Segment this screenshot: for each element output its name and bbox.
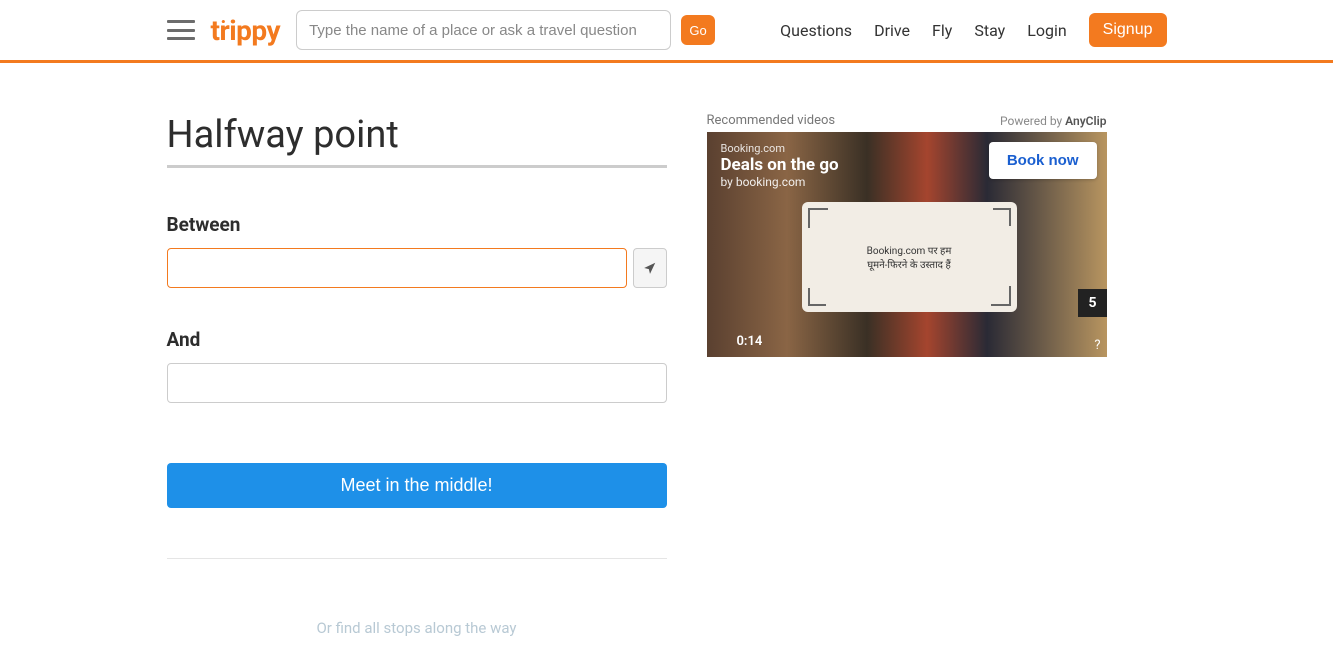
and-input-row	[167, 363, 667, 403]
and-input[interactable]	[167, 363, 667, 403]
powered-brand[interactable]: AnyClip	[1065, 114, 1106, 128]
video-brand: Booking.com	[721, 142, 839, 155]
signup-button[interactable]: Signup	[1089, 13, 1167, 47]
locate-button[interactable]	[633, 248, 667, 288]
video-header: Recommended videos Powered by AnyClip	[707, 113, 1107, 128]
book-now-button[interactable]: Book now	[989, 142, 1097, 179]
video-subtitle: by booking.com	[721, 175, 839, 189]
header: trippy Go Questions Drive Fly Stay Login…	[167, 0, 1167, 60]
sidebar-column: Recommended videos Powered by AnyClip Bo…	[707, 113, 1107, 637]
video-card-line2: घूमने-फिरने के उस्ताद हैं	[867, 257, 951, 271]
title-underline	[167, 165, 667, 168]
nav-fly[interactable]: Fly	[932, 21, 952, 40]
recommended-videos-label: Recommended videos	[707, 113, 836, 128]
nav-drive[interactable]: Drive	[874, 21, 910, 40]
video-time: 0:14	[737, 334, 763, 349]
find-stops-link[interactable]: Or find all stops along the way	[167, 619, 667, 637]
video-overlay: Booking.com Deals on the go by booking.c…	[721, 142, 839, 189]
powered-prefix: Powered by	[1000, 114, 1065, 128]
section-divider	[167, 558, 667, 559]
video-player[interactable]: Booking.com Deals on the go by booking.c…	[707, 132, 1107, 357]
video-title: Deals on the go	[721, 155, 839, 175]
between-input-row	[167, 248, 667, 288]
help-icon[interactable]: ?	[1094, 338, 1100, 353]
location-arrow-icon	[643, 261, 657, 275]
nav-login[interactable]: Login	[1027, 21, 1066, 40]
meet-middle-button[interactable]: Meet in the middle!	[167, 463, 667, 508]
search-input[interactable]	[296, 10, 671, 50]
nav-stay[interactable]: Stay	[974, 21, 1005, 40]
page-title: Halfway point	[167, 113, 667, 157]
powered-by: Powered by AnyClip	[1000, 114, 1106, 128]
and-label: And	[167, 328, 667, 351]
video-card-line1: Booking.com पर हम	[867, 243, 952, 257]
main-column: Halfway point Between And Meet in the mi…	[167, 113, 667, 637]
search-wrap: Go	[296, 10, 715, 50]
main-nav: Questions Drive Fly Stay Login Signup	[780, 13, 1166, 47]
between-label: Between	[167, 213, 667, 236]
hamburger-menu-icon[interactable]	[167, 20, 195, 40]
go-button[interactable]: Go	[681, 15, 715, 45]
video-countdown: 5	[1078, 289, 1106, 317]
content: Halfway point Between And Meet in the mi…	[147, 63, 1187, 637]
video-card: Booking.com पर हम घूमने-फिरने के उस्ताद …	[802, 202, 1017, 312]
logo[interactable]: trippy	[211, 14, 281, 47]
nav-questions[interactable]: Questions	[780, 21, 852, 40]
between-input[interactable]	[167, 248, 627, 288]
